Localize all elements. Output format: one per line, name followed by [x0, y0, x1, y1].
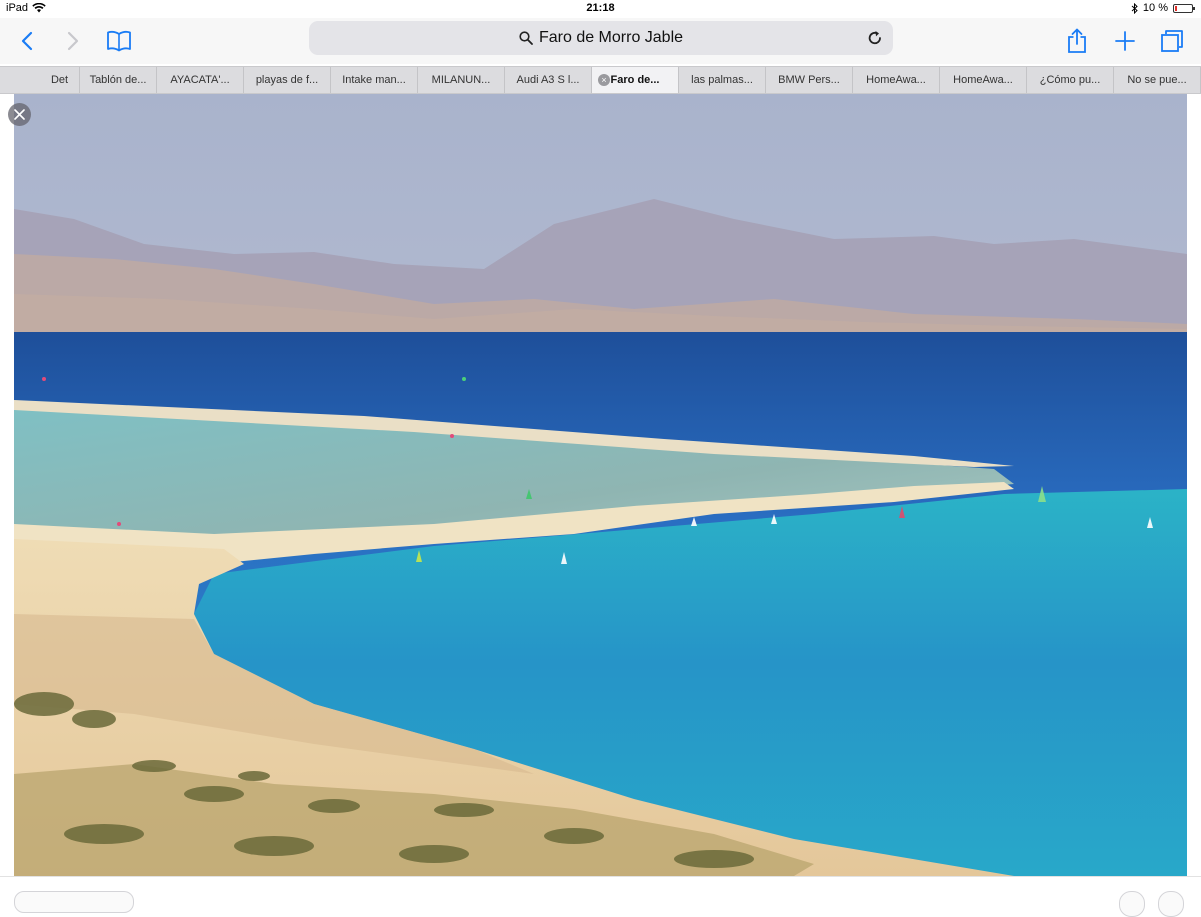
tab-label: Audi A3 S l...: [516, 74, 580, 86]
back-button[interactable]: [12, 26, 42, 56]
tab-close-icon[interactable]: ×: [598, 74, 610, 86]
tab-item[interactable]: MILANUN...: [418, 67, 505, 93]
clock: 21:18: [586, 2, 615, 14]
tab-label: Faro de...: [610, 74, 660, 86]
tab-label: AYACATA'...: [170, 74, 230, 86]
tab-item[interactable]: No se pue...: [1114, 67, 1201, 93]
close-image-button[interactable]: [8, 103, 31, 126]
tab-item[interactable]: Audi A3 S l...: [505, 67, 592, 93]
tab-label: playas de f...: [255, 74, 319, 86]
tabs-overview-button[interactable]: [1157, 26, 1187, 56]
tab-item[interactable]: Intake man...: [331, 67, 418, 93]
chevron-left-icon: [21, 31, 33, 51]
bottom-round-button-2[interactable]: [1158, 891, 1184, 917]
address-bar[interactable]: Faro de Morro Jable: [309, 21, 893, 55]
tab-label: No se pue...: [1127, 74, 1187, 86]
tab-item[interactable]: ¿Cómo pu...: [1027, 67, 1114, 93]
new-tab-button[interactable]: [1110, 26, 1140, 56]
tab-label: las palmas...: [691, 74, 753, 86]
status-bar: iPad 21:18 10 %: [0, 0, 1201, 18]
reload-icon[interactable]: [865, 28, 885, 48]
bluetooth-icon: [1131, 2, 1138, 14]
tab-item[interactable]: AYACATA'...: [157, 67, 244, 93]
share-icon: [1068, 28, 1086, 53]
image-viewer: [0, 94, 1201, 876]
battery-percent: 10 %: [1142, 2, 1168, 14]
address-text: Faro de Morro Jable: [538, 29, 684, 46]
share-button[interactable]: [1062, 26, 1092, 56]
tab-label: HomeAwa...: [866, 74, 926, 86]
tab-bar: Det Tablón de... AYACATA'... playas de f...…: [0, 66, 1201, 94]
browser-toolbar: Faro de Morro Jable: [0, 18, 1201, 64]
tab-item[interactable]: × Faro de...: [592, 67, 679, 93]
chevron-right-icon: [67, 31, 79, 51]
tab-label: Tablón de...: [89, 74, 147, 86]
tab-item[interactable]: las palmas...: [679, 67, 766, 93]
tab-item[interactable]: Det: [0, 67, 80, 93]
tab-label: ¿Cómo pu...: [1039, 74, 1101, 86]
tab-label: Det: [50, 74, 69, 86]
beach-photo: [14, 94, 1187, 876]
tabs-overview-icon: [1161, 30, 1183, 52]
close-icon: [14, 109, 25, 120]
tab-label: MILANUN...: [431, 74, 491, 86]
tab-label: BMW Pers...: [778, 74, 840, 86]
search-icon: [519, 31, 533, 45]
book-icon: [107, 30, 131, 52]
plus-icon: [1115, 31, 1135, 51]
page-bottom-area: [0, 876, 1201, 917]
bottom-pill-button[interactable]: [14, 891, 134, 913]
tab-item[interactable]: BMW Pers...: [766, 67, 853, 93]
forward-button[interactable]: [58, 26, 88, 56]
battery-icon: [1173, 3, 1195, 13]
tab-label: HomeAwa...: [953, 74, 1013, 86]
bottom-round-button[interactable]: [1119, 891, 1145, 917]
tab-item[interactable]: Tablón de...: [80, 67, 157, 93]
tab-item[interactable]: playas de f...: [244, 67, 331, 93]
tab-label: Intake man...: [342, 74, 406, 86]
bookmarks-button[interactable]: [104, 26, 134, 56]
tab-item[interactable]: HomeAwa...: [853, 67, 940, 93]
tab-item[interactable]: HomeAwa...: [940, 67, 1027, 93]
